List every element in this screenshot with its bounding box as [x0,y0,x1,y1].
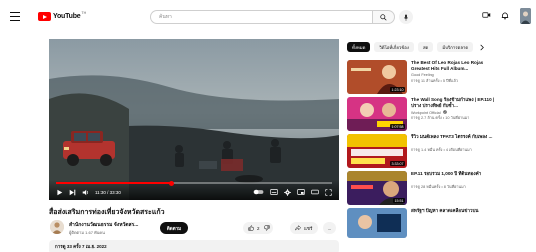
search-icon [380,13,387,21]
related-item[interactable]: 3:33:07 รีวิว มนต์เพลง TPAT3 ไตรรงค์ กับ… [347,134,502,168]
chip-live[interactable]: สด [417,42,434,52]
related-stats: การดู 11 ล้านครั้ง • 5 ปีที่แล้ว [411,79,458,83]
video-title: สื่อส่งเสริมการท่องเที่ยวจังหวัดสระแก้ว [49,209,165,216]
related-title[interactable]: EP.11 รอบรวม 1,000 ปี ที่ดินทองคำ [411,171,499,177]
account-avatar[interactable] [520,8,531,24]
youtube-play-logo-icon [38,12,51,21]
description-box[interactable]: การดู 33 ครั้ง 7 เม.ย. 2022 [49,240,339,252]
play-icon[interactable] [56,189,63,196]
scrubber-handle[interactable] [169,180,175,186]
verified-check-icon [442,110,447,114]
channel-avatar-image-icon [50,220,64,234]
share-button[interactable]: แชร์ [290,222,318,234]
settings-gear-icon[interactable] [284,188,291,196]
video-player[interactable]: 11:30 / 33:30 [49,39,339,200]
bell-icon [501,12,509,20]
more-actions-label: ... [327,225,332,231]
description-meta: การดู 33 ครั้ง 7 เม.ย. 2022 [55,244,107,249]
related-channel[interactable]: Good Feeling [411,73,434,77]
progress-fill [56,182,172,184]
duration-badge: 1:23:10 [390,87,405,92]
menu-icon[interactable] [10,12,20,21]
more-actions-button[interactable]: ... [323,222,336,234]
theater-mode-icon[interactable] [311,189,319,195]
channel-avatar[interactable] [50,220,64,234]
microphone-icon [403,13,409,21]
related-thumbnail[interactable]: 1:23:10 [347,60,407,94]
duration-badge: 3:33:07 [390,161,405,166]
related-title[interactable]: The Best Of Leo Rojas Leo Rojas Greatest… [411,60,499,71]
control-row: 11:30 / 33:30 [56,187,332,197]
search-button[interactable] [372,10,395,24]
filter-chips: ทั้งหมด วิดีโอที่เกี่ยวข้อง สด มีบริการต… [347,42,485,52]
channel-name[interactable]: สำนักงานวัฒนธรรม จังหวัดสร... [69,221,138,229]
chip-all[interactable]: ทั้งหมด [347,42,371,52]
create-button[interactable] [482,11,491,19]
notifications-button[interactable] [501,11,509,20]
related-thumbnail[interactable] [347,208,407,238]
time-display: 11:30 / 33:30 [95,189,121,195]
logo-text: YouTube [53,13,81,20]
related-stats: การดู 28 หมื่นครั้ง • 8 วันที่ผ่านมา [411,185,466,189]
related-thumbnail[interactable]: 1:07:58 [347,97,407,131]
related-thumbnail[interactable]: 3:33:07 [347,134,407,168]
subscribe-button[interactable]: ติดตาม [160,222,188,234]
share-label: แชร์ [304,225,313,231]
video-frame-image [49,39,339,200]
thumbs-down-icon[interactable] [263,225,270,231]
voice-search-button[interactable] [399,10,413,24]
chevron-right-icon[interactable] [479,44,485,51]
video-camera-icon [482,12,491,18]
next-icon[interactable] [69,189,76,196]
chip-related[interactable]: วิดีโอที่เกี่ยวข้อง [374,42,414,52]
related-item[interactable]: 1:23:10 The Best Of Leo Rojas Leo Rojas … [347,60,502,94]
share-arrow-icon [295,225,301,231]
related-thumbnail[interactable]: 15:51 [347,171,407,205]
fullscreen-icon[interactable] [325,188,332,196]
related-title[interactable]: รีวิว มนต์เพลง TPAT3 ไตรรงค์ กับเพลง ... [411,134,499,140]
subscriber-count: ผู้ติดตาม 1.67 พันคน [69,230,105,235]
related-title[interactable]: The Wall Song ร้องข้ามกำแพง | EP.110 | ป… [411,97,499,108]
duration-badge: 15:51 [393,198,405,203]
logo-region: TH [81,10,87,15]
related-item[interactable]: 1:07:58 The Wall Song ร้องข้ามกำแพง | EP… [347,97,502,131]
chip-market[interactable]: มีบริการตลาด [437,42,474,52]
autoplay-toggle-icon[interactable] [253,189,264,195]
progress-bar[interactable] [56,180,332,186]
avatar-image-icon [520,8,531,24]
youtube-logo[interactable]: YouTube TH [38,10,87,21]
control-right [253,188,332,196]
thumbnail-image-icon [347,208,407,238]
related-item[interactable]: 15:51 EP.11 รอบรวม 1,000 ปี ที่ดินทองคำ … [347,171,502,205]
captions-icon[interactable] [270,189,278,195]
like-count: 2 [257,225,260,231]
search-bar: ค้นหา [150,10,395,24]
volume-icon[interactable] [82,189,89,196]
related-stats: การดู 2.7 ล้าน ครั้ง • 10 วันที่ผ่านมา [411,116,470,120]
duration-badge: 1:07:58 [390,124,405,129]
miniplayer-icon[interactable] [297,189,305,195]
related-stats: การดู 1.4 หมื่น ครั้ง • 4 เดือนที่ผ่านมา [411,148,472,152]
player-controls: 11:30 / 33:30 [49,180,339,200]
search-input[interactable]: ค้นหา [150,10,372,24]
related-title[interactable]: สหรัฐฯ ปัญหา คลาดเคลื่อนข่าวบน [411,208,499,214]
masthead: YouTube TH ค้นหา [0,0,536,34]
related-item[interactable]: สหรัฐฯ ปัญหา คลาดเคลื่อนข่าวบน [347,208,502,238]
thumbs-up-icon [248,225,254,231]
like-button[interactable]: 2 [243,222,273,234]
